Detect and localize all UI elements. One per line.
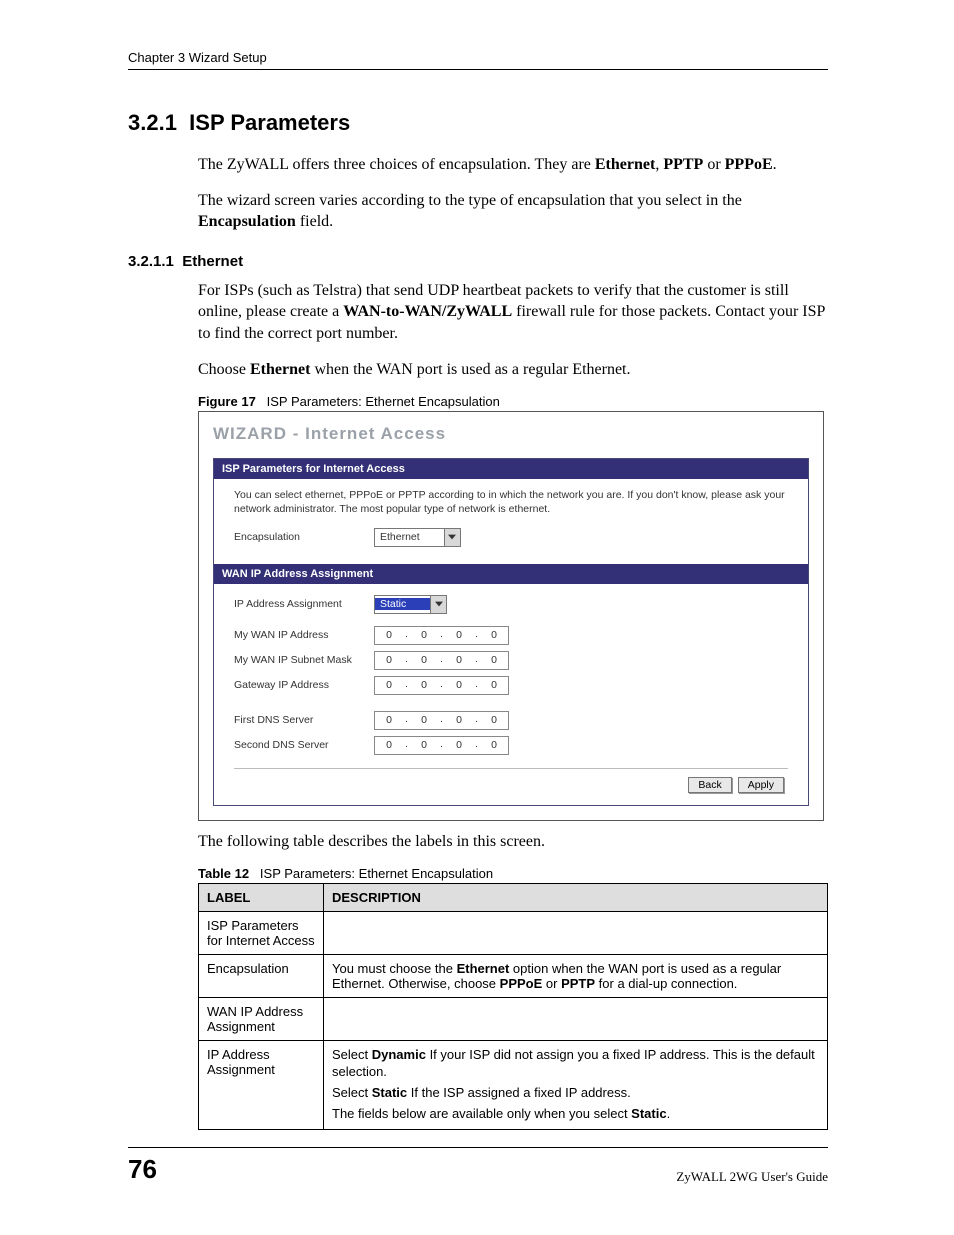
intro-para-1: The ZyWALL offers three choices of encap…: [198, 154, 828, 176]
section-number: 3.2.1: [128, 110, 177, 135]
back-button[interactable]: Back: [688, 777, 731, 793]
page-number: 76: [128, 1154, 157, 1185]
row-wan-desc: [324, 998, 828, 1041]
ethernet-para-2: Choose Ethernet when the WAN port is use…: [198, 359, 828, 381]
intro-para-2: The wizard screen varies according to th…: [198, 190, 828, 233]
description-table: LABEL DESCRIPTION ISP Parameters for Int…: [198, 883, 828, 1130]
table-caption: Table 12 ISP Parameters: Ethernet Encaps…: [198, 866, 828, 881]
label-gateway: Gateway IP Address: [234, 679, 374, 691]
row-isp-label: ISP Parameters for Internet Access: [199, 912, 324, 955]
th-description: DESCRIPTION: [324, 884, 828, 912]
wan-ip-input[interactable]: 0.0.0.0: [374, 626, 509, 645]
table-intro: The following table describes the labels…: [198, 831, 828, 853]
row-wan-label: WAN IP Address Assignment: [199, 998, 324, 1041]
section-heading: 3.2.1 ISP Parameters: [128, 110, 828, 136]
chevron-down-icon: [430, 596, 446, 613]
row-encap-label: Encapsulation: [199, 955, 324, 998]
dns2-input[interactable]: 0.0.0.0: [374, 736, 509, 755]
subsection-title: Ethernet: [182, 253, 243, 270]
chapter-header: Chapter 3 Wizard Setup: [128, 50, 828, 70]
label-wan-ip: My WAN IP Address: [234, 629, 374, 641]
wizard-description: You can select ethernet, PPPoE or PPTP a…: [234, 479, 788, 524]
label-ip-assignment: IP Address Assignment: [234, 598, 374, 610]
ethernet-para-1: For ISPs (such as Telstra) that send UDP…: [198, 280, 828, 345]
subsection-heading: 3.2.1.1 Ethernet: [128, 253, 828, 270]
gateway-input[interactable]: 0.0.0.0: [374, 676, 509, 695]
subnet-input[interactable]: 0.0.0.0: [374, 651, 509, 670]
label-subnet: My WAN IP Subnet Mask: [234, 654, 374, 666]
row-ipassign-label: IP Address Assignment: [199, 1041, 324, 1130]
subsection-number: 3.2.1.1: [128, 253, 174, 270]
label-encapsulation: Encapsulation: [234, 531, 374, 543]
label-dns1: First DNS Server: [234, 714, 374, 726]
section-title: ISP Parameters: [189, 110, 350, 135]
row-encap-desc: You must choose the Ethernet option when…: [324, 955, 828, 998]
row-isp-desc: [324, 912, 828, 955]
footer-guide: ZyWALL 2WG User's Guide: [676, 1169, 828, 1185]
wizard-screenshot: WIZARD - Internet Access ISP Parameters …: [198, 411, 824, 820]
dns1-input[interactable]: 0.0.0.0: [374, 711, 509, 730]
ip-assignment-select[interactable]: Static: [374, 595, 447, 614]
section-bar-isp: ISP Parameters for Internet Access: [214, 459, 808, 479]
wizard-title: WIZARD - Internet Access: [213, 424, 809, 444]
label-dns2: Second DNS Server: [234, 739, 374, 751]
encapsulation-select[interactable]: Ethernet: [374, 528, 461, 547]
apply-button[interactable]: Apply: [738, 777, 784, 793]
chevron-down-icon: [444, 529, 460, 546]
th-label: LABEL: [199, 884, 324, 912]
row-ipassign-desc: Select Dynamic If your ISP did not assig…: [324, 1041, 828, 1130]
section-bar-wan: WAN IP Address Assignment: [214, 564, 808, 584]
figure-caption: Figure 17 ISP Parameters: Ethernet Encap…: [198, 394, 828, 409]
